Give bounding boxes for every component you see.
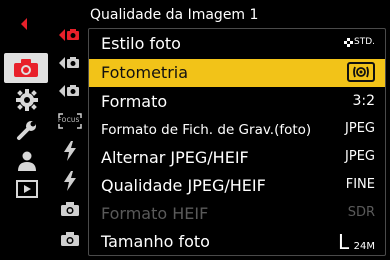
photo-tab-2-icon <box>59 57 79 69</box>
tab-photo-2[interactable] <box>52 50 88 76</box>
category-camera-photo[interactable] <box>4 53 48 83</box>
category-playback[interactable] <box>4 175 50 203</box>
photo-style-icon <box>343 37 353 47</box>
menu-item-fotometria[interactable]: Fotometria <box>89 59 385 87</box>
photo-style-text: STD. <box>353 37 375 47</box>
menu-item-formato[interactable]: Formato 3:2 <box>89 88 385 116</box>
photo-tab-3-icon <box>59 85 79 97</box>
flash-tab-2-icon <box>64 171 76 191</box>
menu-item-value: 3:2 <box>352 93 375 109</box>
menu-item-tamanho-foto[interactable]: Tamanho foto L 24M <box>89 228 385 256</box>
flash-tab-icon <box>64 141 76 161</box>
menu-item-estilo-foto[interactable]: Estilo foto STD. <box>89 30 385 58</box>
photo-style-value: STD. <box>343 37 375 47</box>
photo-size-letter: L <box>338 230 350 254</box>
person-icon <box>18 151 36 171</box>
metering-mode-value <box>347 62 375 82</box>
camera-tab-2-icon <box>61 232 79 246</box>
tab-focus[interactable]: FOCUS <box>52 108 88 134</box>
tab-flash-2[interactable] <box>52 168 88 194</box>
photo-tab-1-icon <box>59 29 79 41</box>
menu-header: Qualidade da Imagem 1 <box>90 4 390 26</box>
menu-item-value: SDR <box>347 205 375 220</box>
focus-tab-label: FOCUS <box>58 117 80 124</box>
menu-item-label: Tamanho foto <box>101 232 210 251</box>
camera-menu-screen: FOCUS Qualidade da Imagem 1 Estilo foto … <box>0 0 390 260</box>
category-my-menu[interactable] <box>4 147 50 175</box>
menu-item-label: Formato de Fich. de Grav.(foto) <box>101 122 312 138</box>
wrench-icon <box>17 121 36 140</box>
metering-icon <box>353 66 369 78</box>
tab-camera-2[interactable] <box>52 226 88 252</box>
menu-item-label: Formato HEIF <box>101 204 209 223</box>
tab-photo-1[interactable] <box>52 22 88 48</box>
category-column <box>0 0 50 260</box>
tab-marker-icon <box>4 10 50 38</box>
menu-item-formato-fich-grav[interactable]: Formato de Fich. de Grav.(foto) JPEG <box>89 116 385 144</box>
menu-item-label: Formato <box>101 92 168 111</box>
camera-icon <box>14 59 38 77</box>
tab-photo-3[interactable] <box>52 78 88 104</box>
category-setup[interactable] <box>4 116 50 144</box>
photo-size-resolution: 24M <box>353 241 375 252</box>
menu-item-value: FINE <box>345 177 375 192</box>
photo-size-value: L 24M <box>338 230 375 254</box>
page-title: Qualidade da Imagem 1 <box>90 7 259 23</box>
tab-flash-1[interactable] <box>52 138 88 164</box>
menu-item-value: JPEG <box>345 121 375 136</box>
menu-list: Estilo foto STD. Fotometria Formato 3:2 <box>88 28 386 256</box>
menu-item-formato-heif: Formato HEIF SDR <box>89 200 385 228</box>
camera-tab-icon <box>61 202 79 216</box>
menu-item-label: Estilo foto <box>101 34 181 53</box>
menu-item-label: Fotometria <box>101 63 189 82</box>
category-custom[interactable] <box>4 86 50 114</box>
sub-tab-column: FOCUS <box>52 18 88 260</box>
menu-item-label: Qualidade JPEG/HEIF <box>101 176 266 195</box>
menu-item-label: Alternar JPEG/HEIF <box>101 148 249 167</box>
menu-item-qualidade-jpeg-heif[interactable]: Qualidade JPEG/HEIF FINE <box>89 172 385 200</box>
tab-camera-1[interactable] <box>52 196 88 222</box>
playback-icon <box>16 180 38 198</box>
menu-item-alternar-jpeg-heif[interactable]: Alternar JPEG/HEIF JPEG <box>89 144 385 172</box>
gear-icon <box>16 89 38 111</box>
menu-item-value: JPEG <box>345 149 375 164</box>
